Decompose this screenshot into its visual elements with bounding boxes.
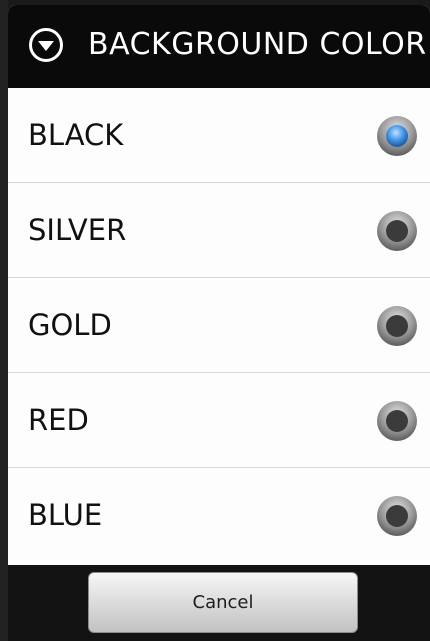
option-silver[interactable]: SILVER bbox=[8, 183, 430, 278]
option-gold[interactable]: GOLD bbox=[8, 278, 430, 373]
option-label: SILVER bbox=[28, 213, 127, 247]
option-red[interactable]: RED bbox=[8, 373, 430, 468]
option-blue[interactable]: BLUE bbox=[8, 468, 430, 563]
option-label: BLACK bbox=[28, 118, 124, 152]
radio-unselected-icon[interactable] bbox=[375, 209, 419, 253]
cancel-button[interactable]: Cancel bbox=[88, 572, 358, 633]
radio-unselected-icon[interactable] bbox=[375, 494, 419, 538]
option-label: GOLD bbox=[28, 308, 112, 342]
radio-unselected-icon[interactable] bbox=[375, 399, 419, 443]
screen-edge bbox=[0, 0, 8, 641]
option-black[interactable]: BLACK bbox=[8, 88, 430, 183]
dialog-title: BACKGROUND COLOR bbox=[88, 27, 427, 62]
option-label: RED bbox=[28, 403, 89, 437]
chevron-down-circle-icon bbox=[29, 28, 63, 62]
radio-selected-icon[interactable] bbox=[375, 114, 419, 158]
dialog-title-bar: BACKGROUND COLOR bbox=[8, 5, 430, 88]
option-label: BLUE bbox=[28, 498, 103, 532]
background-color-dialog: BACKGROUND COLOR BLACK SILVER GOLD RED B… bbox=[8, 5, 430, 641]
radio-unselected-icon[interactable] bbox=[375, 304, 419, 348]
color-option-list: BLACK SILVER GOLD RED BLUE bbox=[8, 88, 430, 563]
